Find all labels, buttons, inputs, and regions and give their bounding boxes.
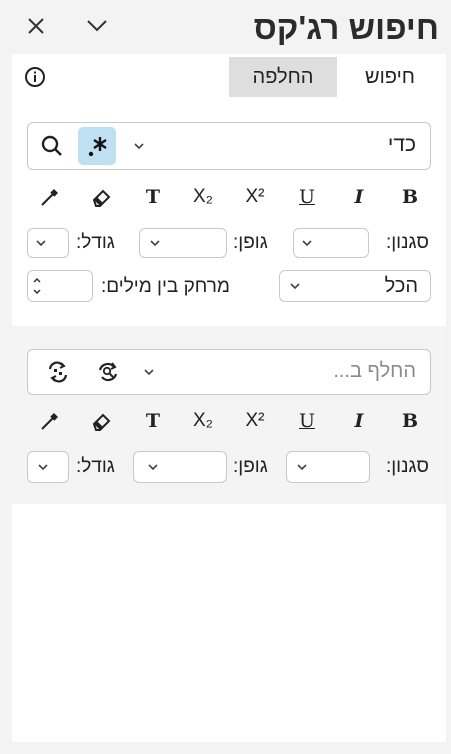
eyedropper-icon[interactable] [37,408,63,434]
font-select[interactable] [139,228,227,258]
underline-button[interactable]: U [294,408,320,434]
italic-button[interactable]: I [346,184,372,210]
size-select[interactable] [27,228,69,258]
eraser-icon[interactable] [88,408,114,434]
word-spacing-label: מרחק בין מילים: [101,276,230,297]
text-format-button[interactable]: T [140,408,166,434]
close-icon[interactable] [22,12,50,40]
bold-button[interactable]: B [397,184,423,210]
panel-title: חיפוש רג'קס [253,9,439,46]
bold-button[interactable]: B [397,408,423,434]
replace-icon[interactable] [94,359,122,385]
text-format-button[interactable]: T [140,184,166,210]
replace-all-icon[interactable] [44,359,72,385]
style-select[interactable] [286,451,370,483]
italic-button[interactable]: I [346,408,372,434]
style-label: סגנון: [385,456,429,477]
find-input[interactable]: כדי [27,122,431,170]
style-select[interactable] [293,228,369,258]
scope-value: הכל [384,275,418,297]
font-label: גופן: [233,456,268,477]
subscript-button[interactable]: X₂ [190,408,216,434]
regex-icon[interactable] [78,127,116,165]
subscript-button[interactable]: X₂ [190,184,216,210]
chevron-down-icon[interactable] [140,363,158,381]
superscript-button[interactable]: X² [242,184,268,210]
superscript-button[interactable]: X² [242,408,268,434]
eraser-icon[interactable] [88,184,114,210]
tab-find[interactable]: חיפוש [340,57,440,97]
search-icon[interactable] [38,132,66,160]
replace-input-placeholder: החלף ב... [333,360,416,382]
size-label: גודל: [76,456,115,477]
replace-input[interactable]: החלף ב... [27,349,431,395]
info-icon[interactable] [22,64,48,90]
style-label: סגנון: [385,232,429,253]
size-label: גודל: [76,232,115,253]
scope-select[interactable]: הכל [279,270,431,302]
size-select[interactable] [27,451,69,483]
eyedropper-icon[interactable] [37,184,63,210]
font-label: גופן: [233,232,268,253]
font-select[interactable] [133,451,227,483]
underline-button[interactable]: U [294,184,320,210]
chevron-down-icon[interactable] [130,137,148,155]
chevron-down-icon[interactable] [82,12,112,40]
empty-results-area [12,504,446,742]
word-spacing-stepper[interactable] [27,270,93,302]
tab-replace[interactable]: החלפה [229,57,337,97]
find-input-value: כדי [387,133,416,156]
